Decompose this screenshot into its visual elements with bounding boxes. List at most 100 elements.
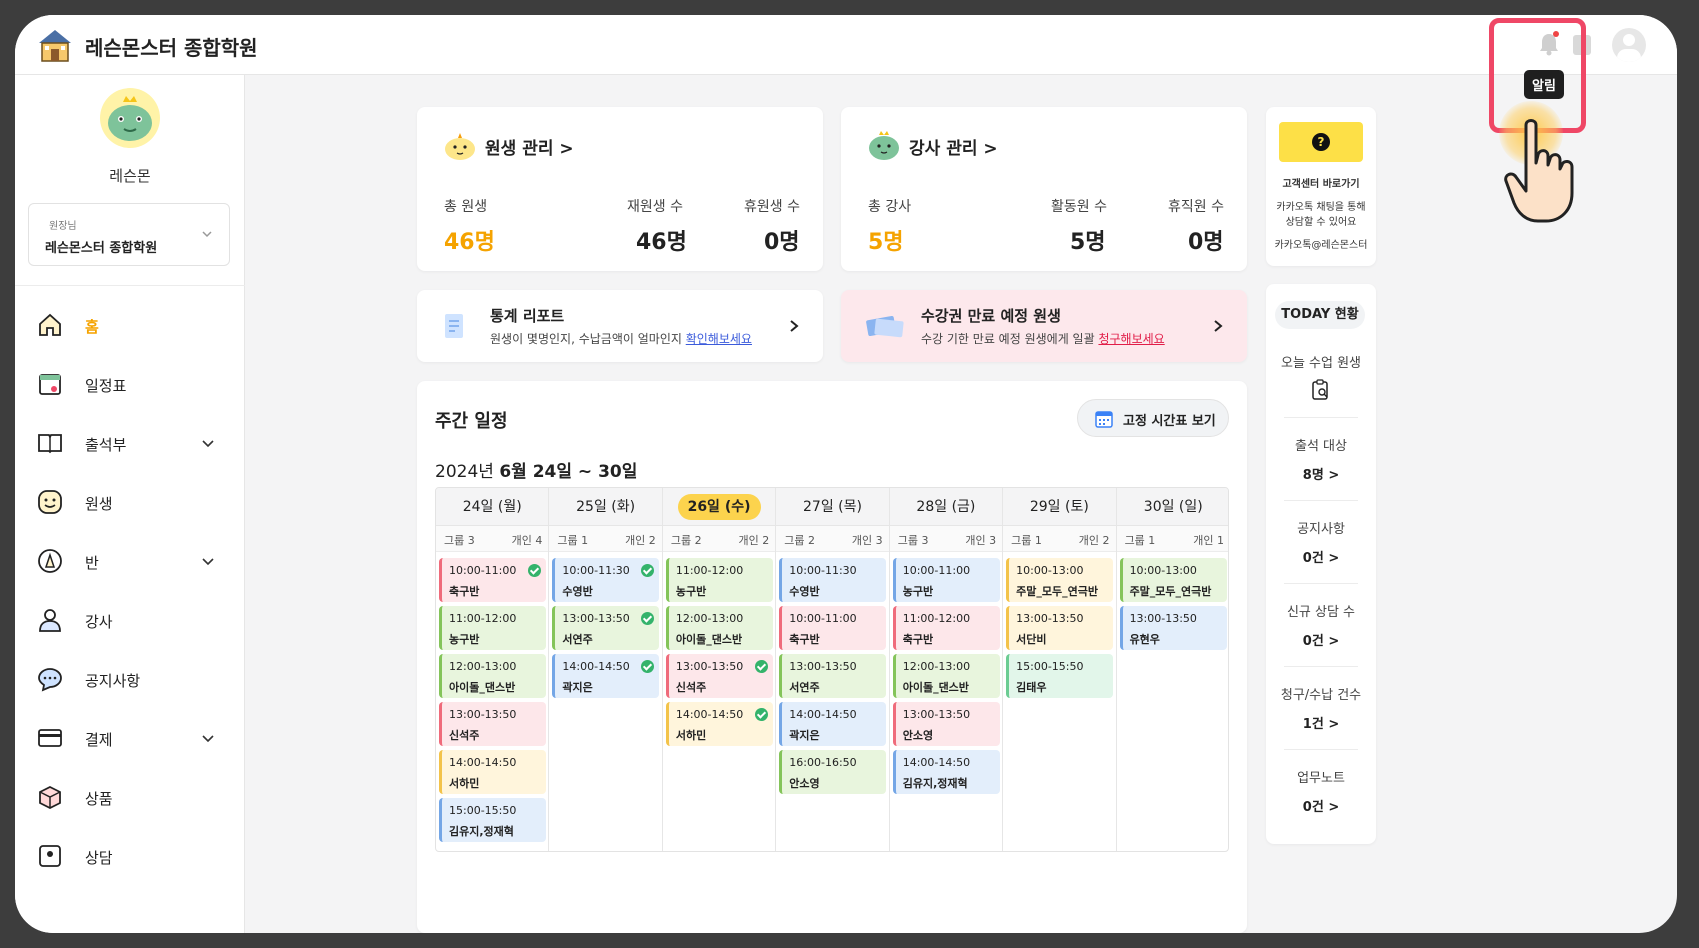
- today-consult-section[interactable]: 신규 상담 수 0건 >: [1266, 601, 1376, 649]
- event-time: 13:00-13:50: [675, 660, 744, 673]
- report-banner[interactable]: 통계 리포트 원생이 몇명인지, 수납금액이 얼마인지 확인해보세요: [417, 290, 823, 362]
- sidebar-item-home[interactable]: 홈: [15, 300, 245, 352]
- leave-teachers-value: 0명: [1188, 230, 1224, 255]
- schedule-event[interactable]: 10:00-11:30 수영반: [779, 558, 887, 602]
- event-time: 10:00-11:00: [449, 564, 517, 577]
- academy-select[interactable]: 원장님 레슨몬스터 종합학원: [28, 203, 230, 266]
- fixed-timetable-label: 고정 시간표 보기: [1123, 414, 1216, 429]
- schedule-event[interactable]: 10:00-13:00 주말_모두_연극반: [1119, 558, 1227, 602]
- day-header[interactable]: 30일 (일): [1116, 488, 1228, 526]
- schedule-event[interactable]: 12:00-13:00 아이돌_댄스반: [665, 606, 773, 650]
- sidebar-item-teachers[interactable]: 강사: [15, 595, 245, 647]
- schedule-event[interactable]: 14:00-14:50 곽지은: [552, 654, 660, 698]
- brand-name[interactable]: 레슨몬스터 종합학원: [85, 32, 258, 61]
- chevron-right-icon: [1214, 320, 1223, 332]
- sidebar-item-schedule[interactable]: 일정표: [15, 359, 245, 411]
- schedule-event[interactable]: 12:00-13:00 아이돌_댄스반: [892, 654, 1000, 698]
- academy-logo-icon[interactable]: [35, 27, 75, 63]
- schedule-event[interactable]: 13:00-13:50 서연주: [779, 654, 887, 698]
- event-time: 16:00-16:50: [789, 756, 857, 769]
- schedule-event[interactable]: 13:00-13:50 안소영: [892, 702, 1000, 746]
- today-divider: [1284, 583, 1358, 584]
- schedule-event[interactable]: 14:00-14:50 김유지,정재혁: [892, 750, 1000, 794]
- book-icon: [38, 434, 62, 454]
- today-students-section[interactable]: 오늘 수업 원생: [1266, 352, 1376, 405]
- chevron-down-icon: [202, 558, 214, 566]
- day-column: 29일 (토) 그룹 1 개인 2 10:00-13:00 주말_모두_연극반 13:00…: [1003, 488, 1117, 851]
- event-name: 신석주: [675, 681, 707, 694]
- kakao-help-button[interactable]: ?: [1279, 122, 1363, 162]
- schedule-event[interactable]: 14:00-14:50 곽지은: [779, 702, 887, 746]
- schedule-event[interactable]: 13:00-13:50 신석주: [665, 654, 773, 698]
- day-header[interactable]: 24일 (월): [436, 488, 549, 526]
- event-name: 주말_모두_연극반: [1016, 585, 1098, 598]
- sidebar-item-notice[interactable]: 공지사항: [15, 654, 245, 706]
- event-time: 12:00-13:00: [449, 660, 517, 673]
- sidebar-item-students[interactable]: 원생: [15, 477, 245, 529]
- help-title[interactable]: 고객센터 바로가기: [1266, 175, 1376, 190]
- schedule-event[interactable]: 11:00-12:00 농구반: [439, 606, 546, 650]
- event-name: 신석주: [449, 729, 480, 742]
- schedule-event[interactable]: 12:00-13:00 아이돌_댄스반: [439, 654, 546, 698]
- event-name: 김유지,정재혁: [449, 825, 514, 838]
- today-value: 0건 >: [1302, 551, 1340, 566]
- chevron-right-icon: [790, 320, 799, 332]
- schedule-event[interactable]: 14:00-14:50 서하민: [665, 702, 773, 746]
- check-icon: [641, 564, 655, 577]
- schedule-event[interactable]: 14:00-14:50 서하민: [439, 750, 546, 794]
- sidebar-item-label: 공지사항: [85, 672, 141, 690]
- day-header[interactable]: 26일 (수): [662, 488, 776, 526]
- expire-banner[interactable]: 수강권 만료 예정 원생 수강 기한 만료 예정 원생에게 일괄 청구해보세요: [841, 290, 1247, 362]
- day-header[interactable]: 28일 (금): [889, 488, 1003, 526]
- schedule-event[interactable]: 15:00-15:50 김유지,정재혁: [439, 798, 546, 842]
- schedule-event[interactable]: 10:00-13:00 주말_모두_연극반: [1006, 558, 1114, 602]
- day-subheader: 그룹 1 개인 1: [1116, 526, 1228, 552]
- today-notice-section[interactable]: 공지사항 0건 >: [1266, 518, 1376, 566]
- expire-banner-link[interactable]: 청구해보세요: [1098, 332, 1164, 346]
- profile-avatar[interactable]: [1612, 28, 1646, 62]
- schedule-event[interactable]: 11:00-12:00 축구반: [892, 606, 1000, 650]
- day-header[interactable]: 27일 (목): [776, 488, 889, 526]
- schedule-event[interactable]: 10:00-11:00 농구반: [892, 558, 1000, 602]
- teachers-card-title[interactable]: 강사 관리 >: [909, 134, 998, 159]
- sidebar-item-products[interactable]: 상품: [15, 772, 245, 824]
- today-billing-section[interactable]: 청구/수납 건수 1건 >: [1266, 684, 1376, 732]
- chevron-down-icon: [202, 735, 214, 743]
- event-name: 축구반: [449, 585, 480, 598]
- group-count: 그룹 1: [1124, 534, 1156, 547]
- day-header[interactable]: 25일 (화): [549, 488, 662, 526]
- consult-icon: [39, 845, 61, 867]
- students-card-title[interactable]: 원생 관리 >: [485, 134, 574, 159]
- sidebar-item-attendance[interactable]: 출석부: [15, 418, 245, 470]
- calendar-grid-icon: [1095, 411, 1113, 428]
- schedule-event[interactable]: 13:00-13:50 신석주: [439, 702, 546, 746]
- report-banner-link[interactable]: 확인해보세요: [686, 332, 752, 346]
- app-screen: 레슨몬스터 종합학원 알림 레슨몬 원장님 레슨몬스터 종합학원 홈 일정표 출…: [15, 15, 1677, 933]
- schedule-event[interactable]: 16:00-16:50 안소영: [779, 750, 887, 794]
- sidebar-item-label: 홈: [85, 318, 99, 336]
- sidebar-item-class[interactable]: 반: [15, 536, 245, 588]
- schedule-event[interactable]: 13:00-13:50 서연주: [552, 606, 660, 650]
- today-worknote-section[interactable]: 업무노트 0건 >: [1266, 767, 1376, 815]
- schedule-event[interactable]: 13:00-13:50 유현우: [1119, 606, 1227, 650]
- event-time: 13:00-13:50: [449, 708, 517, 721]
- fixed-timetable-button[interactable]: 고정 시간표 보기: [1077, 399, 1229, 437]
- schedule-event[interactable]: 10:00-11:00 축구반: [779, 606, 887, 650]
- total-students-value: 46명: [444, 230, 495, 255]
- schedule-event[interactable]: 13:00-13:50 서단비: [1006, 606, 1114, 650]
- event-time: 14:00-14:50: [562, 660, 630, 673]
- sidebar-item-consult[interactable]: 상담: [15, 831, 245, 883]
- today-attendance-section[interactable]: 출석 대상 8명 >: [1266, 435, 1376, 483]
- schedule-event[interactable]: 11:00-12:00 농구반: [665, 558, 773, 602]
- clipboard-search-icon: [1312, 379, 1328, 400]
- day-header[interactable]: 29일 (토): [1003, 488, 1116, 526]
- sidebar-item-payment[interactable]: 결제: [15, 713, 245, 765]
- day-column: 24일 (월) 그룹 3 개인 4 10:00-11:00 축구반 11:00-12:00…: [436, 488, 550, 851]
- today-divider: [1284, 666, 1358, 667]
- schedule-event[interactable]: 15:00-15:50 김태우: [1006, 654, 1114, 698]
- event-time: 14:00-14:50: [789, 708, 857, 721]
- schedule-event[interactable]: 10:00-11:30 수영반: [552, 558, 660, 602]
- box-icon: [39, 785, 61, 810]
- event-name: 안소영: [902, 729, 934, 742]
- schedule-event[interactable]: 10:00-11:00 축구반: [439, 558, 546, 602]
